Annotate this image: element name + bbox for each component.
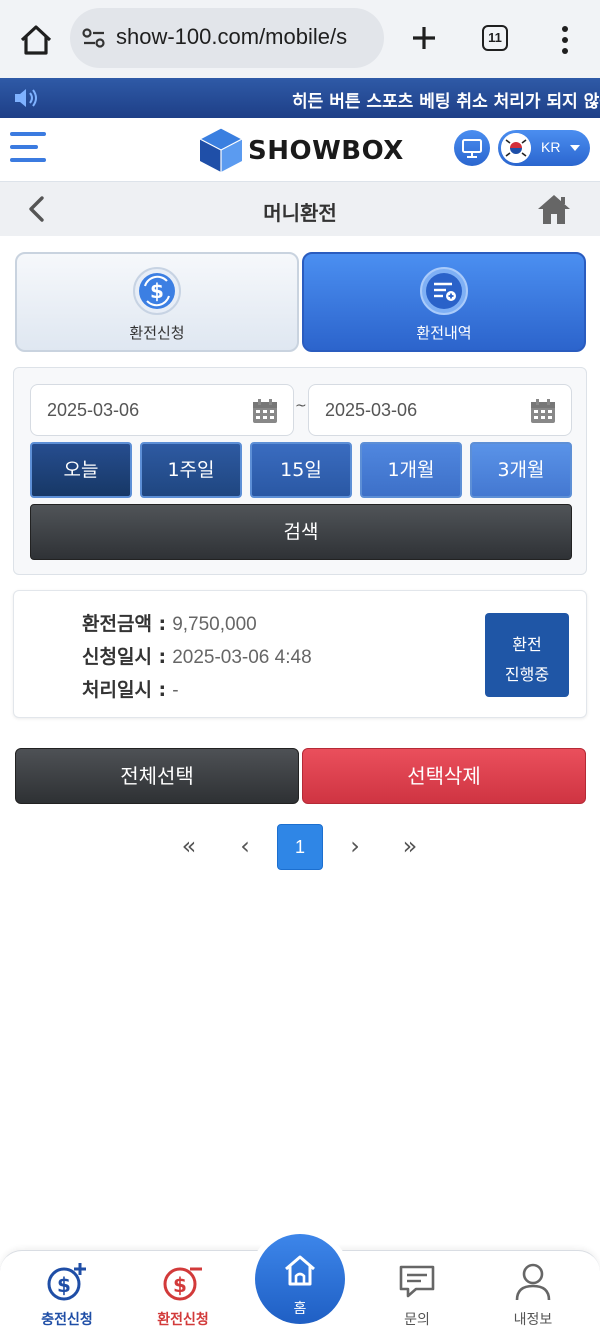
history-list-icon xyxy=(420,267,468,315)
search-button[interactable]: 검색 xyxy=(30,504,572,560)
tab-exchange-history[interactable]: 환전내역 xyxy=(302,252,586,352)
period-today-button[interactable]: 오늘 xyxy=(30,442,132,498)
calendar-icon[interactable] xyxy=(529,397,557,425)
site-logo[interactable]: SHOWBOX xyxy=(198,124,408,176)
nav-label: 환전신청 xyxy=(157,1312,209,1328)
home-icon xyxy=(285,1255,315,1286)
amount-value: 9,750,000 xyxy=(172,614,257,635)
process-time-value: - xyxy=(172,680,179,701)
status-line-2: 진행중 xyxy=(504,665,550,684)
prev-page-button[interactable]: ‹ xyxy=(222,824,268,870)
current-page-button[interactable]: 1 xyxy=(277,824,323,870)
menu-icon[interactable] xyxy=(10,132,48,166)
nav-label: 문의 xyxy=(404,1312,430,1328)
notice-text: 히든 버튼 스포츠 베팅 취소 처리가 되지 않습 xyxy=(292,92,600,112)
pc-version-button[interactable] xyxy=(454,130,490,166)
deposit-icon: $ xyxy=(47,1263,86,1301)
delete-selected-button[interactable]: 선택삭제 xyxy=(302,748,586,804)
url-text[interactable]: show-100.com/mobile/s xyxy=(116,24,347,50)
nav-withdraw[interactable]: $ 환전신청 xyxy=(128,1261,238,1337)
record-request-row: 신청일시 : 2025-03-06 4:48 xyxy=(82,642,312,669)
nav-inquiry[interactable]: 문의 xyxy=(362,1261,472,1337)
exchange-record-card: 환전금액 : 9,750,000 신청일시 : 2025-03-06 4:48 … xyxy=(13,590,587,718)
more-menu-icon[interactable] xyxy=(552,20,578,60)
tab-label: 환전신청 xyxy=(129,324,185,342)
browser-toolbar: show-100.com/mobile/s 11 xyxy=(0,0,600,78)
amount-label: 환전금액 : xyxy=(82,613,167,635)
page-title: 머니환전 xyxy=(263,201,337,225)
status-badge: 환전 진행중 xyxy=(485,613,569,697)
end-date-input[interactable]: 2025-03-06 xyxy=(308,384,572,436)
start-date-value: 2025-03-06 xyxy=(47,400,140,420)
first-page-button[interactable]: « xyxy=(166,824,212,870)
svg-text:$: $ xyxy=(150,279,164,303)
browser-home-icon[interactable] xyxy=(16,20,56,60)
logo-text: SHOWBOX xyxy=(248,136,404,166)
calendar-icon[interactable] xyxy=(251,397,279,425)
last-page-button[interactable]: » xyxy=(387,824,433,870)
select-all-button[interactable]: 전체선택 xyxy=(15,748,299,804)
next-page-button[interactable]: › xyxy=(332,824,378,870)
process-time-label: 처리일시 : xyxy=(82,679,167,701)
new-tab-icon[interactable] xyxy=(404,18,444,58)
tab-label: 환전내역 xyxy=(416,324,472,342)
tab-switcher-button[interactable]: 11 xyxy=(482,25,508,51)
start-date-input[interactable]: 2025-03-06 xyxy=(30,384,294,436)
speaker-icon xyxy=(15,89,37,107)
end-date-value: 2025-03-06 xyxy=(325,400,418,420)
search-panel: 2025-03-06 ~ 2025-03-06 오늘 1주일 15일 1개월 3… xyxy=(13,367,587,575)
address-bar[interactable]: show-100.com/mobile/s xyxy=(70,8,384,68)
period-15days-button[interactable]: 15일 xyxy=(250,442,352,498)
nav-deposit[interactable]: $ 충전신청 xyxy=(12,1261,122,1337)
status-line-1: 환전 xyxy=(512,635,542,654)
withdraw-icon: $ xyxy=(163,1267,202,1301)
language-selector[interactable]: KR xyxy=(498,130,590,166)
period-1month-button[interactable]: 1개월 xyxy=(360,442,462,498)
nav-label: 내정보 xyxy=(513,1312,553,1328)
request-time-label: 신청일시 : xyxy=(82,646,167,668)
monitor-icon xyxy=(462,139,482,158)
svg-text:$: $ xyxy=(173,1273,187,1297)
nav-home[interactable]: 홈 xyxy=(249,1228,351,1330)
chevron-down-icon xyxy=(570,145,580,151)
request-time-value: 2025-03-06 4:48 xyxy=(172,647,312,668)
record-process-row: 처리일시 : - xyxy=(82,675,179,702)
page-title-bar: 머니환전 xyxy=(0,182,600,236)
site-settings-icon[interactable] xyxy=(80,24,108,52)
nav-label: 홈 xyxy=(293,1301,307,1317)
nav-my-info[interactable]: 내정보 xyxy=(478,1261,588,1337)
nav-label: 충전신청 xyxy=(41,1312,93,1328)
korea-flag-icon xyxy=(501,133,531,163)
user-icon xyxy=(515,1263,551,1301)
pagination: « ‹ 1 › » xyxy=(0,824,600,870)
tab-exchange-request[interactable]: $ 환전신청 xyxy=(15,252,299,352)
svg-text:$: $ xyxy=(57,1273,71,1297)
record-amount-row: 환전금액 : 9,750,000 xyxy=(82,609,257,636)
cube-logo-icon xyxy=(198,127,244,172)
language-code: KR xyxy=(541,139,561,155)
notice-bar: 히든 버튼 스포츠 베팅 취소 처리가 되지 않습 xyxy=(0,78,600,118)
date-range-separator: ~ xyxy=(295,398,307,414)
home-icon[interactable] xyxy=(536,192,572,226)
period-3months-button[interactable]: 3개월 xyxy=(470,442,572,498)
exchange-dollar-icon: $ xyxy=(133,267,181,315)
period-1week-button[interactable]: 1주일 xyxy=(140,442,242,498)
chat-icon xyxy=(399,1265,435,1298)
